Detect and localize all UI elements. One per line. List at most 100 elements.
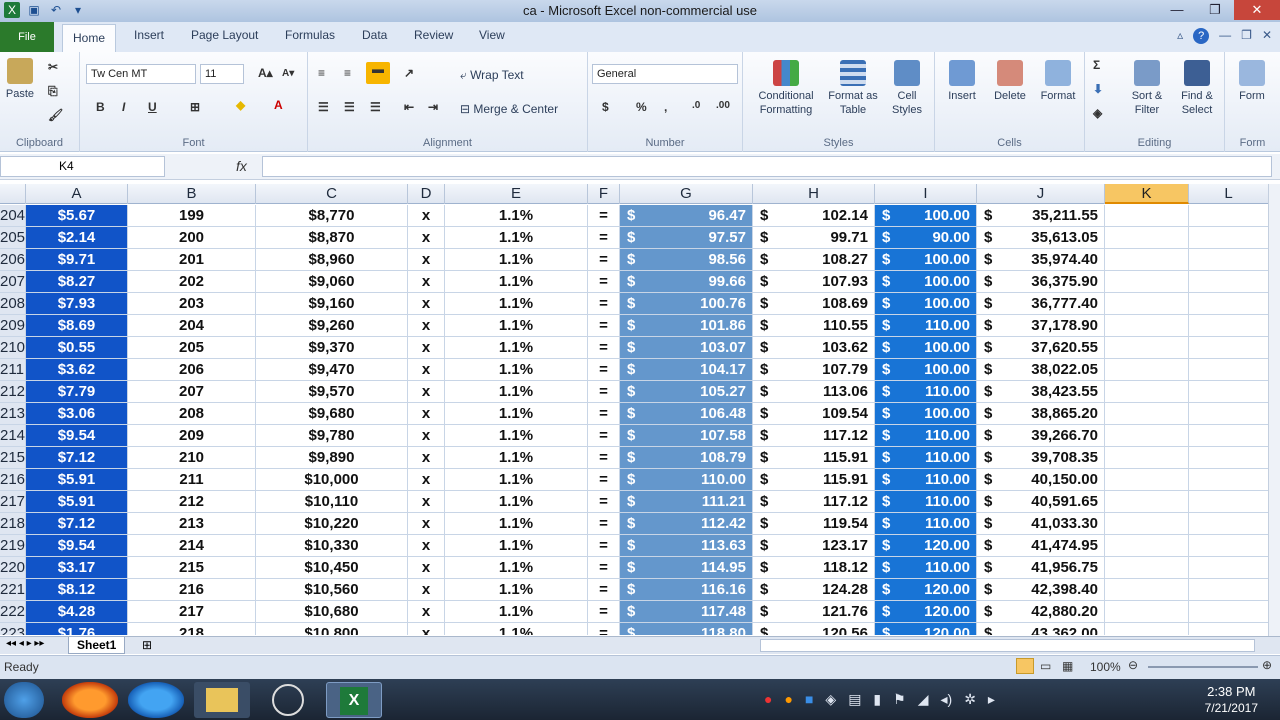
cell-j[interactable]: $40,150.00 [977,469,1105,491]
cell-d[interactable]: x [408,557,445,579]
font-color-icon[interactable]: A [274,98,283,112]
cell-j[interactable]: $37,620.55 [977,337,1105,359]
cell-i[interactable]: $100.00 [875,293,977,315]
normal-view-icon[interactable] [1016,658,1034,674]
cell-c[interactable]: $9,680 [256,403,408,425]
column-header-k[interactable]: K [1105,184,1189,204]
cell-f[interactable]: = [588,491,620,513]
cell-l[interactable] [1189,293,1269,315]
column-header-c[interactable]: C [256,184,408,204]
row-header[interactable]: 215 [0,447,26,469]
fx-icon[interactable]: fx [236,158,247,174]
cell-c[interactable]: $10,110 [256,491,408,513]
cell-c[interactable]: $9,780 [256,425,408,447]
align-top-icon[interactable]: ≡ [318,66,325,80]
cell-g[interactable]: $111.21 [620,491,753,513]
cell-h[interactable]: $117.12 [753,425,875,447]
cell-i[interactable]: $120.00 [875,535,977,557]
row-header[interactable]: 216 [0,469,26,491]
tab-data[interactable]: Data [362,28,387,42]
cell-e[interactable]: 1.1% [445,491,588,513]
cell-g[interactable]: $107.58 [620,425,753,447]
cell-j[interactable]: $41,956.75 [977,557,1105,579]
tab-page-layout[interactable]: Page Layout [191,28,258,42]
cell-d[interactable]: x [408,227,445,249]
cell-i[interactable]: $110.00 [875,315,977,337]
row-header[interactable]: 211 [0,359,26,381]
comma-format-icon[interactable]: , [664,100,667,114]
cell-f[interactable]: = [588,359,620,381]
font-size-combo[interactable]: 11 [200,64,244,84]
cell-d[interactable]: x [408,205,445,227]
cell-k[interactable] [1105,513,1189,535]
cell-d[interactable]: x [408,601,445,623]
formula-input[interactable] [262,156,1272,177]
cell-a[interactable]: $3.17 [26,557,128,579]
cell-g[interactable]: $103.07 [620,337,753,359]
increase-indent-icon[interactable]: ⇥ [428,100,438,114]
close-workbook-icon[interactable]: ✕ [1262,28,1272,44]
align-bottom-icon[interactable]: ▬ [366,62,390,84]
delete-cells-button[interactable]: Delete [987,60,1033,103]
cell-i[interactable]: $100.00 [875,205,977,227]
cell-l[interactable] [1189,227,1269,249]
cell-e[interactable]: 1.1% [445,359,588,381]
cell-k[interactable] [1105,623,1189,635]
cell-styles-button[interactable]: Cell Styles [885,60,929,117]
orientation-icon[interactable]: ↗ [404,66,414,80]
cell-k[interactable] [1105,359,1189,381]
row-header[interactable]: 219 [0,535,26,557]
cell-b[interactable]: 204 [128,315,256,337]
column-header-e[interactable]: E [445,184,588,204]
cell-l[interactable] [1189,381,1269,403]
cell-k[interactable] [1105,447,1189,469]
italic-button[interactable]: I [122,100,125,114]
row-header[interactable]: 217 [0,491,26,513]
cell-c[interactable]: $9,260 [256,315,408,337]
page-layout-view-icon[interactable]: ▭ [1040,659,1051,673]
cell-j[interactable]: $37,178.90 [977,315,1105,337]
cell-j[interactable]: $35,974.40 [977,249,1105,271]
cell-j[interactable]: $41,033.30 [977,513,1105,535]
cell-j[interactable]: $43,362.00 [977,623,1105,635]
help-icon[interactable]: ? [1193,28,1210,44]
insert-sheet-icon[interactable]: ⊞ [142,638,152,652]
align-right-icon[interactable]: ☰ [370,100,381,114]
cell-b[interactable]: 215 [128,557,256,579]
cell-h[interactable]: $124.28 [753,579,875,601]
cell-e[interactable]: 1.1% [445,227,588,249]
cell-f[interactable]: = [588,381,620,403]
cell-f[interactable]: = [588,403,620,425]
cell-j[interactable]: $38,423.55 [977,381,1105,403]
cell-f[interactable]: = [588,227,620,249]
sheet-tab-sheet1[interactable]: Sheet1 [68,637,126,654]
cell-l[interactable] [1189,271,1269,293]
cell-e[interactable]: 1.1% [445,381,588,403]
worksheet-grid[interactable]: 204 $5.67 199 $8,770 x 1.1% = $96.47 $102.14 $100… [0,205,1280,635]
cell-h[interactable]: $120.56 [753,623,875,635]
firefox-icon[interactable] [62,682,118,718]
cell-g[interactable]: $106.48 [620,403,753,425]
cell-j[interactable]: $35,613.05 [977,227,1105,249]
conditional-formatting-button[interactable]: Conditional Formatting [749,60,823,117]
cell-b[interactable]: 210 [128,447,256,469]
tray-volume-icon[interactable]: ◂) [940,691,952,708]
cell-e[interactable]: 1.1% [445,205,588,227]
cell-c[interactable]: $9,160 [256,293,408,315]
decrease-decimal-icon[interactable]: .00 [716,100,730,111]
cell-l[interactable] [1189,315,1269,337]
cell-a[interactable]: $9.71 [26,249,128,271]
cell-b[interactable]: 213 [128,513,256,535]
row-header[interactable]: 213 [0,403,26,425]
cell-a[interactable]: $4.28 [26,601,128,623]
minimize-button[interactable]: — [1158,0,1196,20]
vertical-scrollbar[interactable] [1268,184,1280,636]
cell-b[interactable]: 209 [128,425,256,447]
cell-i[interactable]: $100.00 [875,403,977,425]
cell-b[interactable]: 199 [128,205,256,227]
cell-b[interactable]: 201 [128,249,256,271]
cell-j[interactable]: $36,777.40 [977,293,1105,315]
tray-app-icon[interactable]: ◈ [825,691,836,708]
name-box[interactable]: K4 [0,156,165,177]
cell-d[interactable]: x [408,315,445,337]
